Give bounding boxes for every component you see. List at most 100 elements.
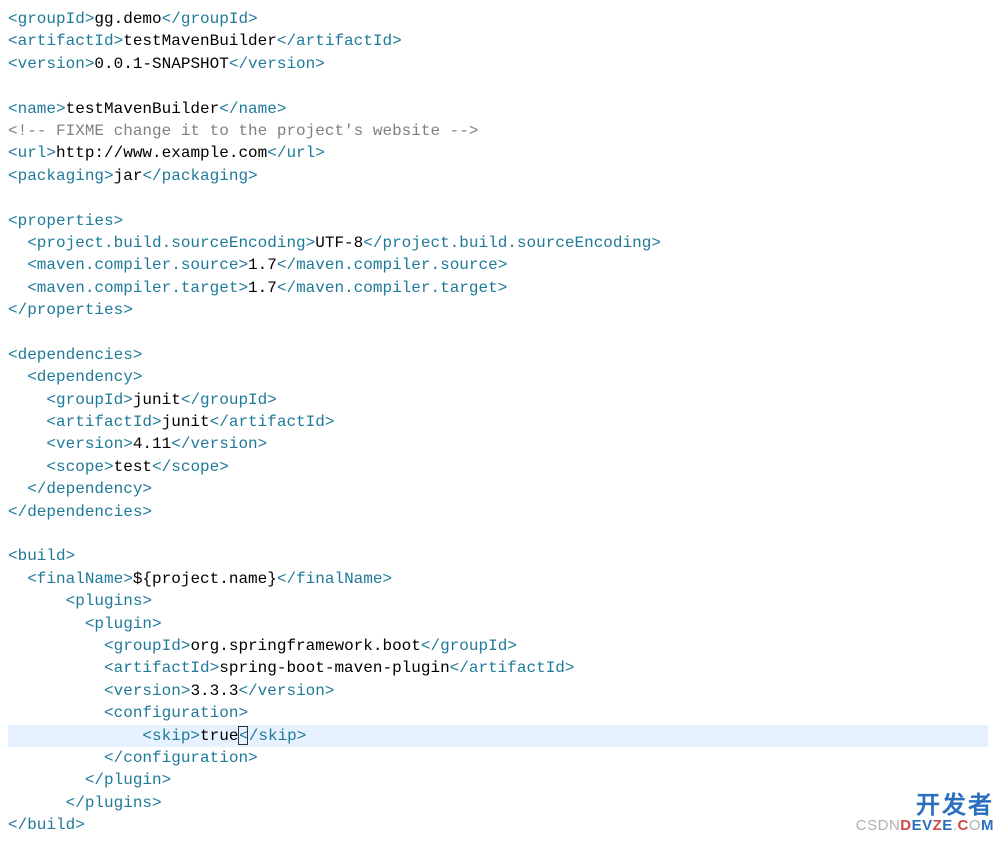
xml-text: 3.3.3	[190, 682, 238, 700]
xml-tag: <version>	[104, 682, 190, 700]
xml-tag: </dependencies>	[8, 503, 152, 521]
code-line: <artifactId>junit</artifactId>	[8, 411, 988, 433]
xml-tag: </version>	[171, 435, 267, 453]
code-line: <!-- FIXME change it to the project's we…	[8, 120, 988, 142]
xml-text: spring-boot-maven-plugin	[219, 659, 449, 677]
xml-text: http://www.example.com	[56, 144, 267, 162]
code-line: <skip>true</skip>	[8, 725, 988, 747]
code-line: </dependencies>	[8, 501, 988, 523]
code-line: <dependency>	[8, 366, 988, 388]
code-line	[8, 523, 988, 545]
code-line: <finalName>${project.name}</finalName>	[8, 568, 988, 590]
xml-tag: </artifactId>	[277, 32, 402, 50]
xml-text: ${project.name}	[133, 570, 277, 588]
code-line: <maven.compiler.target>1.7</maven.compil…	[8, 277, 988, 299]
xml-text: testMavenBuilder	[123, 32, 277, 50]
xml-tag: <plugins>	[66, 592, 152, 610]
xml-tag: <artifactId>	[104, 659, 219, 677]
xml-tag: </project.build.sourceEncoding>	[363, 234, 661, 252]
code-line: <artifactId>spring-boot-maven-plugin</ar…	[8, 657, 988, 679]
code-line: </configuration>	[8, 747, 988, 769]
code-line: <configuration>	[8, 702, 988, 724]
code-line: </plugins>	[8, 792, 988, 814]
code-line: <version>3.3.3</version>	[8, 680, 988, 702]
xml-tag: </plugins>	[66, 794, 162, 812]
xml-tag: <finalName>	[27, 570, 133, 588]
xml-tag: <name>	[8, 100, 66, 118]
xml-comment: <!-- FIXME change it to the project's we…	[8, 122, 478, 140]
xml-tag: </dependency>	[27, 480, 152, 498]
code-line: <project.build.sourceEncoding>UTF-8</pro…	[8, 232, 988, 254]
xml-tag: </version>	[238, 682, 334, 700]
xml-tag: </artifactId>	[210, 413, 335, 431]
xml-tag: <groupId>	[8, 10, 94, 28]
code-line: <groupId>junit</groupId>	[8, 389, 988, 411]
code-line: <version>0.0.1-SNAPSHOT</version>	[8, 53, 988, 75]
code-line: <groupId>gg.demo</groupId>	[8, 8, 988, 30]
xml-text: gg.demo	[94, 10, 161, 28]
xml-text: true	[200, 727, 238, 745]
xml-tag: <dependency>	[27, 368, 142, 386]
xml-tag: <groupId>	[46, 391, 132, 409]
xml-text: 1.7	[248, 279, 277, 297]
xml-tag: </packaging>	[142, 167, 257, 185]
xml-tag: <dependencies>	[8, 346, 142, 364]
xml-tag: <packaging>	[8, 167, 114, 185]
text-cursor	[238, 726, 248, 745]
code-line	[8, 321, 988, 343]
code-line: <plugins>	[8, 590, 988, 612]
code-line: <version>4.11</version>	[8, 433, 988, 455]
xml-tag: </groupId>	[162, 10, 258, 28]
code-line: <scope>test</scope>	[8, 456, 988, 478]
xml-tag: </properties>	[8, 301, 133, 319]
code-line: <build>	[8, 545, 988, 567]
xml-text: testMavenBuilder	[66, 100, 220, 118]
xml-tag: </groupId>	[421, 637, 517, 655]
xml-tag: </maven.compiler.source>	[277, 256, 507, 274]
xml-text: org.springframework.boot	[190, 637, 420, 655]
xml-text: UTF-8	[315, 234, 363, 252]
xml-text: 1.7	[248, 256, 277, 274]
xml-tag: <properties>	[8, 212, 123, 230]
xml-text: 4.11	[133, 435, 171, 453]
xml-tag: </maven.compiler.target>	[277, 279, 507, 297]
code-line: <artifactId>testMavenBuilder</artifactId…	[8, 30, 988, 52]
code-line: <maven.compiler.source>1.7</maven.compil…	[8, 254, 988, 276]
code-line: <url>http://www.example.com</url>	[8, 142, 988, 164]
code-line: </build>	[8, 814, 988, 836]
xml-tag: <project.build.sourceEncoding>	[27, 234, 315, 252]
xml-tag: <plugin>	[85, 615, 162, 633]
xml-tag: </skip>	[239, 727, 306, 745]
code-line	[8, 75, 988, 97]
xml-tag: <maven.compiler.source>	[27, 256, 248, 274]
code-line: <plugin>	[8, 613, 988, 635]
xml-tag: <skip>	[142, 727, 200, 745]
xml-tag: <version>	[8, 55, 94, 73]
xml-tag: </plugin>	[85, 771, 171, 789]
xml-text: test	[114, 458, 152, 476]
code-line: <packaging>jar</packaging>	[8, 165, 988, 187]
code-line: </properties>	[8, 299, 988, 321]
xml-text: jar	[114, 167, 143, 185]
xml-tag: <groupId>	[104, 637, 190, 655]
xml-tag: <artifactId>	[8, 32, 123, 50]
xml-tag: </build>	[8, 816, 85, 834]
code-line: </plugin>	[8, 769, 988, 791]
code-line: <dependencies>	[8, 344, 988, 366]
xml-tag: <version>	[46, 435, 132, 453]
xml-tag: <maven.compiler.target>	[27, 279, 248, 297]
xml-tag: </finalName>	[277, 570, 392, 588]
xml-tag: </name>	[219, 100, 286, 118]
xml-tag: </url>	[267, 144, 325, 162]
xml-code-block: <groupId>gg.demo</groupId> <artifactId>t…	[8, 8, 988, 836]
xml-text: junit	[133, 391, 181, 409]
xml-tag: <scope>	[46, 458, 113, 476]
code-line: <properties>	[8, 210, 988, 232]
xml-tag: </scope>	[152, 458, 229, 476]
code-line: </dependency>	[8, 478, 988, 500]
xml-tag: <url>	[8, 144, 56, 162]
xml-tag: </version>	[229, 55, 325, 73]
xml-tag: </groupId>	[181, 391, 277, 409]
xml-tag: </configuration>	[104, 749, 258, 767]
code-line	[8, 187, 988, 209]
